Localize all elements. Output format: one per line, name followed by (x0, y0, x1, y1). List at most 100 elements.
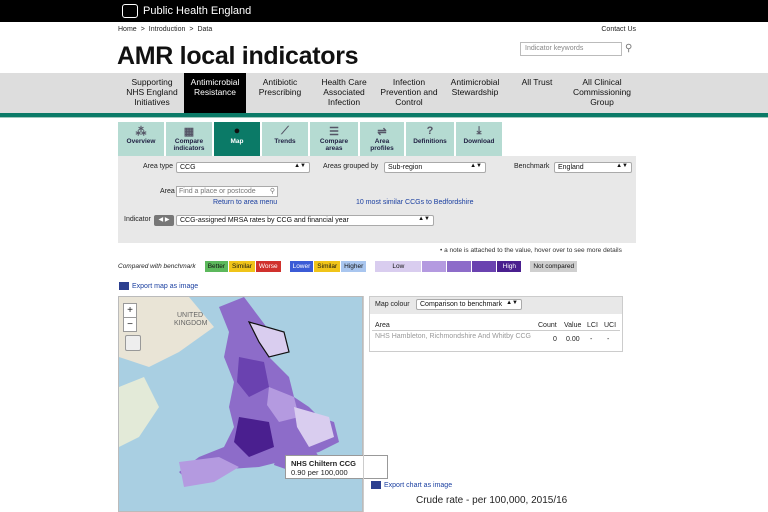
grouped-by-select[interactable]: Sub-region ▲▼ (384, 162, 486, 173)
note-text: • a note is attached to the value, hover… (440, 247, 622, 254)
benchmark-select[interactable]: England ▲▼ (554, 162, 632, 173)
breadcrumb-data[interactable]: Data (197, 26, 212, 33)
breadcrumb: Home > Introduction > Data (118, 26, 216, 33)
select-arrow-icon: ▲▼ (294, 163, 306, 169)
zoom-in-button[interactable]: + (124, 304, 136, 317)
nav-antimicrobial-stewardship[interactable]: Antimicrobial Stewardship (444, 77, 506, 97)
area-search-input[interactable]: Find a place or postcode ⚲ (176, 186, 278, 197)
col-lci: LCI (587, 322, 598, 329)
trends-icon: ⟋ (281, 125, 289, 137)
contact-us-link[interactable]: Contact Us (601, 26, 636, 33)
area-type-value: CCG (180, 164, 196, 171)
legend-better: Better (204, 260, 229, 272)
nav-infection-prevention-control[interactable]: Infection Prevention and Control (378, 77, 440, 107)
tab-download[interactable]: ⤓ Download (456, 122, 502, 156)
tab-label: Definitions (413, 138, 447, 145)
return-to-area-menu-link[interactable]: Return to area menu (213, 199, 277, 206)
row-value: 0.00 (566, 336, 580, 343)
legend-similar-2: Similar (314, 260, 341, 272)
grouped-by-label: Areas grouped by (323, 163, 379, 170)
select-arrow-icon: ▲▼ (470, 163, 482, 169)
divider (0, 117, 768, 118)
area-type-label: Area type (143, 163, 173, 170)
select-arrow-icon: ▲▼ (506, 300, 518, 306)
export-map-link[interactable]: Export map as image (119, 282, 198, 290)
layers-icon[interactable] (125, 335, 141, 351)
top-bar: Public Health England (0, 0, 768, 22)
tab-definitions[interactable]: ? Definitions (406, 122, 454, 156)
legend-low: Low (375, 260, 422, 272)
area-placeholder: Find a place or postcode (179, 188, 256, 195)
tab-label: Compare indicators (173, 138, 205, 152)
indicator-value: CCG-assigned MRSA rates by CCG and finan… (180, 217, 349, 224)
tab-compare-indicators[interactable]: ▦ Compare indicators (166, 122, 212, 156)
tab-label: Overview (126, 138, 156, 145)
legend-step-2 (422, 260, 447, 272)
phe-logo[interactable]: Public Health England (122, 4, 251, 18)
map-svg: UNITED KINGDOM (119, 297, 339, 487)
indicator-prev-next-icon[interactable]: ◀ ▶ (154, 215, 174, 226)
grouped-by-value: Sub-region (388, 164, 423, 171)
compare-areas-icon: ☰ (329, 126, 339, 138)
area-type-select[interactable]: CCG ▲▼ (176, 162, 310, 173)
compared-with-label: Compared with benchmark (118, 262, 196, 270)
nav-antibiotic-prescribing[interactable]: Antibiotic Prescribing (252, 77, 308, 97)
compare-indicators-icon: ▦ (183, 126, 195, 138)
tab-area-profiles[interactable]: ⇌ Area profiles (360, 122, 404, 156)
benchmark-value: England (558, 164, 584, 171)
comparison-legend: Compared with benchmark Better Similar W… (118, 260, 578, 272)
nav-all-trust[interactable]: All Trust (512, 77, 562, 87)
breadcrumb-sep: > (140, 26, 145, 33)
similar-ccgs-link[interactable]: 10 most similar CCGs to Bedfordshire (356, 199, 473, 206)
tab-label: Map (230, 138, 244, 145)
area-profiles-icon: ⇌ (377, 126, 387, 138)
nav-all-ccg[interactable]: All Clinical Commissioning Group (568, 77, 636, 107)
org-name: Public Health England (143, 5, 252, 17)
benchmark-label: Benchmark (514, 163, 550, 170)
divider (363, 296, 364, 512)
breadcrumb-home[interactable]: Home (118, 26, 137, 33)
legend-worse: Worse (255, 260, 281, 272)
tab-compare-areas[interactable]: ☰ Compare areas (310, 122, 358, 156)
legend-high: High (497, 260, 522, 272)
wales-ireland-land (119, 377, 159, 447)
col-value: Value (564, 322, 582, 329)
map-colour-label: Map colour (375, 301, 410, 308)
map-label-united: UNITED (177, 312, 203, 319)
breadcrumb-introduction[interactable]: Introduction (149, 26, 186, 33)
tab-map[interactable]: ● Map (214, 122, 260, 156)
col-uci: UCI (604, 322, 617, 329)
map-tooltip: NHS Chiltern CCG 0.90 per 100,000 (285, 455, 388, 479)
nav-antimicrobial-resistance[interactable]: Antimicrobial Resistance (184, 73, 246, 113)
divider (372, 330, 620, 331)
col-count: Count (538, 322, 557, 329)
indicator-label: Indicator (124, 216, 151, 223)
map-view[interactable]: UNITED KINGDOM + − (118, 296, 363, 512)
definitions-icon: ? (426, 125, 434, 137)
tab-trends[interactable]: ⟋ Trends (262, 122, 308, 156)
legend-not-compared: Not compared (530, 260, 578, 272)
select-arrow-icon: ▲▼ (418, 216, 430, 222)
map-colour-select[interactable]: Comparison to benchmark ▲▼ (416, 299, 522, 310)
row-lci: - (590, 336, 593, 343)
nav-health-care-associated-infection[interactable]: Health Care Associated Infection (314, 77, 374, 107)
row-area-name[interactable]: NHS Hambleton, Richmondshire And Whitby … (375, 332, 535, 341)
legend-higher: Higher (341, 260, 367, 272)
indicator-search-input[interactable]: Indicator keywords (520, 42, 622, 56)
tooltip-area-name: NHS Chiltern CCG (291, 459, 357, 468)
search-icon[interactable]: ⚲ (625, 43, 632, 54)
search-icon: ⚲ (269, 188, 275, 195)
tab-overview[interactable]: ⁂ Overview (118, 122, 164, 156)
nav-supporting-nhs-england[interactable]: Supporting NHS England Initiatives (118, 77, 186, 107)
tab-label: Area profiles (370, 138, 394, 152)
main-nav: Supporting NHS England Initiatives Antim… (0, 73, 768, 113)
zoom-out-button[interactable]: − (124, 317, 136, 331)
indicator-select[interactable]: CCG-assigned MRSA rates by CCG and finan… (176, 215, 434, 226)
legend-step-4 (472, 260, 497, 272)
export-chart-label: Export chart as image (384, 481, 453, 489)
tab-label: Download (463, 138, 495, 145)
export-chart-link[interactable]: Export chart as image (371, 481, 452, 489)
export-map-label: Export map as image (132, 282, 199, 290)
tab-label: Trends (274, 138, 296, 145)
row-count: 0 (553, 336, 557, 343)
